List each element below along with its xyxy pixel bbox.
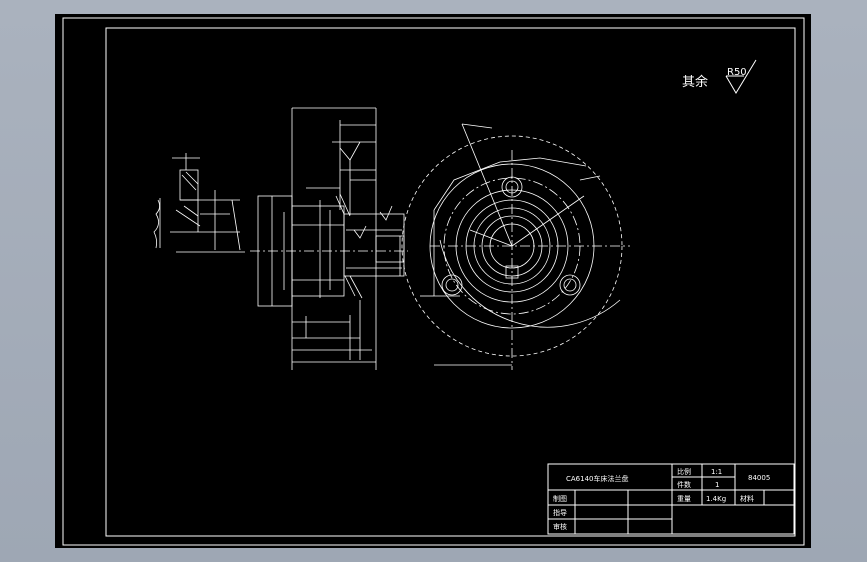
front-view	[401, 123, 630, 370]
guide-label: 指导	[553, 508, 567, 517]
scale-label: 比例	[677, 467, 691, 476]
roughness-note: 其余 R50	[682, 59, 757, 94]
outer-border	[62, 17, 805, 546]
weight-value: 1.4Kg	[706, 495, 726, 503]
inner-frame	[105, 27, 796, 537]
cad-viewport[interactable]: 其余 R50 CA6140车床法兰盘 比例 1:1 件数 1 84005 制图 …	[0, 0, 867, 562]
quantity-label: 件数	[677, 480, 691, 489]
weight-label: 重量	[677, 495, 691, 503]
title-block-text: CA6140车床法兰盘 比例 1:1 件数 1 84005 制图 重量 1.4K…	[553, 467, 770, 531]
review-label: 审核	[553, 522, 567, 531]
drawing-number: 84005	[748, 474, 770, 482]
drawing-canvas: 其余 R50 CA6140车床法兰盘 比例 1:1 件数 1 84005 制图 …	[62, 17, 805, 546]
roughness-prefix: 其余	[682, 74, 708, 90]
quantity-value: 1	[715, 481, 719, 489]
part-name: CA6140车床法兰盘	[566, 474, 629, 483]
material-label: 材料	[740, 494, 754, 503]
section-view	[250, 107, 408, 370]
drawn-label: 制图	[553, 494, 567, 503]
detail-view	[153, 153, 245, 253]
scale-value: 1:1	[711, 468, 722, 476]
